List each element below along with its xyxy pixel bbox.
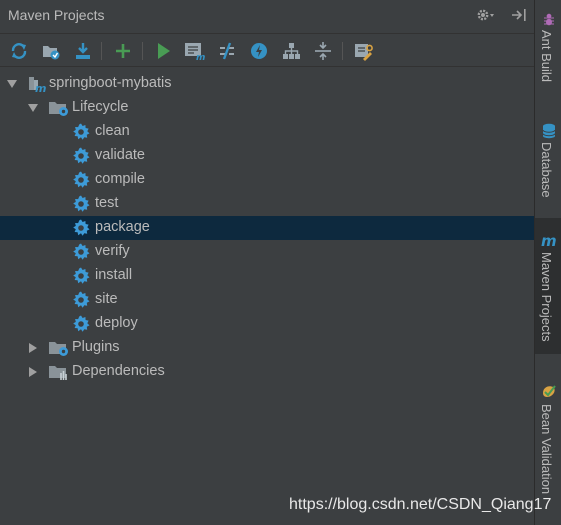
tree-node-goal-install[interactable]: install xyxy=(0,264,534,288)
toolbar-separator xyxy=(101,42,102,60)
ant-build-tab[interactable]: Ant Build xyxy=(535,0,561,115)
tree-node-label: package xyxy=(95,219,150,235)
bean-validation-icon xyxy=(540,382,557,399)
database-tab[interactable]: Database xyxy=(535,116,561,216)
plugins-folder-icon xyxy=(48,339,68,357)
panel-header: Maven Projects xyxy=(0,0,534,32)
expand-arrow-icon[interactable] xyxy=(6,78,18,90)
execute-goal-icon[interactable]: m xyxy=(184,40,206,62)
tree-node-label: Plugins xyxy=(72,339,120,355)
collapse-arrow-icon[interactable] xyxy=(27,366,39,378)
tree-node-lifecycle[interactable]: Lifecycle xyxy=(0,96,534,120)
expand-arrow-icon[interactable] xyxy=(27,102,39,114)
tree-node-goal-test[interactable]: test xyxy=(0,192,534,216)
toolbar-separator xyxy=(342,42,343,60)
collapse-arrow-icon[interactable] xyxy=(27,342,39,354)
goal-gear-icon xyxy=(72,171,90,189)
goal-gear-icon xyxy=(72,219,90,237)
ant-icon xyxy=(540,10,557,27)
tool-window-sidebar: Ant Build Database m Maven Projects Bean… xyxy=(534,0,561,525)
skip-tests-icon[interactable] xyxy=(248,40,270,62)
goal-gear-icon xyxy=(72,315,90,333)
sidebar-tab-label: Ant Build xyxy=(539,30,554,83)
tree-node-label: springboot-mybatis xyxy=(49,75,172,91)
tree-node-label: install xyxy=(95,267,133,283)
tree-node-goal-site[interactable]: site xyxy=(0,288,534,312)
maven-projects-tab[interactable]: m Maven Projects xyxy=(535,218,561,354)
toolbar-separator xyxy=(142,42,143,60)
tree-node-label: verify xyxy=(95,243,130,259)
tree-node-goal-deploy[interactable]: deploy xyxy=(0,312,534,336)
toolbar: m xyxy=(0,33,534,67)
tree-node-label: Lifecycle xyxy=(72,99,129,115)
tree-node-goal-package[interactable]: package xyxy=(0,216,534,240)
tree-node-goal-verify[interactable]: verify xyxy=(0,240,534,264)
tree-node-label: deploy xyxy=(95,315,138,331)
tree-node-goal-compile[interactable]: compile xyxy=(0,168,534,192)
dependencies-folder-icon xyxy=(48,363,67,381)
goal-gear-icon xyxy=(72,291,90,309)
show-dependencies-icon[interactable] xyxy=(280,40,302,62)
goal-gear-icon xyxy=(72,147,90,165)
svg-text:m: m xyxy=(196,53,205,61)
add-icon[interactable] xyxy=(112,40,134,62)
tree-node-label: test xyxy=(95,195,119,211)
run-icon[interactable] xyxy=(152,40,174,62)
reimport-icon[interactable] xyxy=(8,40,30,62)
tree-node-label: validate xyxy=(95,147,145,163)
goal-gear-icon xyxy=(72,243,90,261)
sidebar-tab-label: Bean Validation xyxy=(539,404,554,495)
maven-icon: m xyxy=(540,232,557,249)
goal-gear-icon xyxy=(72,123,90,141)
watermark-text: https://blog.csdn.net/CSDN_Qiang17 xyxy=(289,496,552,513)
collapse-all-icon[interactable] xyxy=(312,40,334,62)
sidebar-tab-label: Database xyxy=(539,142,554,198)
hide-panel-icon[interactable] xyxy=(508,5,530,25)
tree-node-dependencies[interactable]: Dependencies xyxy=(0,360,534,384)
tree-node-plugins[interactable]: Plugins xyxy=(0,336,534,360)
svg-text:m: m xyxy=(541,234,557,248)
tree-node-goal-clean[interactable]: clean xyxy=(0,120,534,144)
tree-node-label: clean xyxy=(95,123,130,139)
goal-gear-icon xyxy=(72,195,90,213)
database-icon xyxy=(540,122,557,139)
maven-project-icon: m xyxy=(27,75,46,95)
gear-menu-icon[interactable] xyxy=(475,5,497,25)
toggle-offline-icon[interactable] xyxy=(216,40,238,62)
tree-node-label: Dependencies xyxy=(72,363,165,379)
lifecycle-folder-icon xyxy=(48,99,68,117)
svg-text:m: m xyxy=(35,82,46,93)
maven-projects-panel: Maven Projects m m springboot-mybatis Li… xyxy=(0,0,534,525)
goal-gear-icon xyxy=(72,267,90,285)
tree-node-project[interactable]: m springboot-mybatis xyxy=(0,72,534,96)
tree-node-goal-validate[interactable]: validate xyxy=(0,144,534,168)
settings-icon[interactable] xyxy=(352,40,374,62)
panel-title: Maven Projects xyxy=(8,7,105,23)
tree-node-label: compile xyxy=(95,171,145,187)
tree-node-label: site xyxy=(95,291,118,307)
sidebar-tab-label: Maven Projects xyxy=(539,252,554,342)
download-icon[interactable] xyxy=(72,40,94,62)
generate-sources-icon[interactable] xyxy=(40,40,62,62)
